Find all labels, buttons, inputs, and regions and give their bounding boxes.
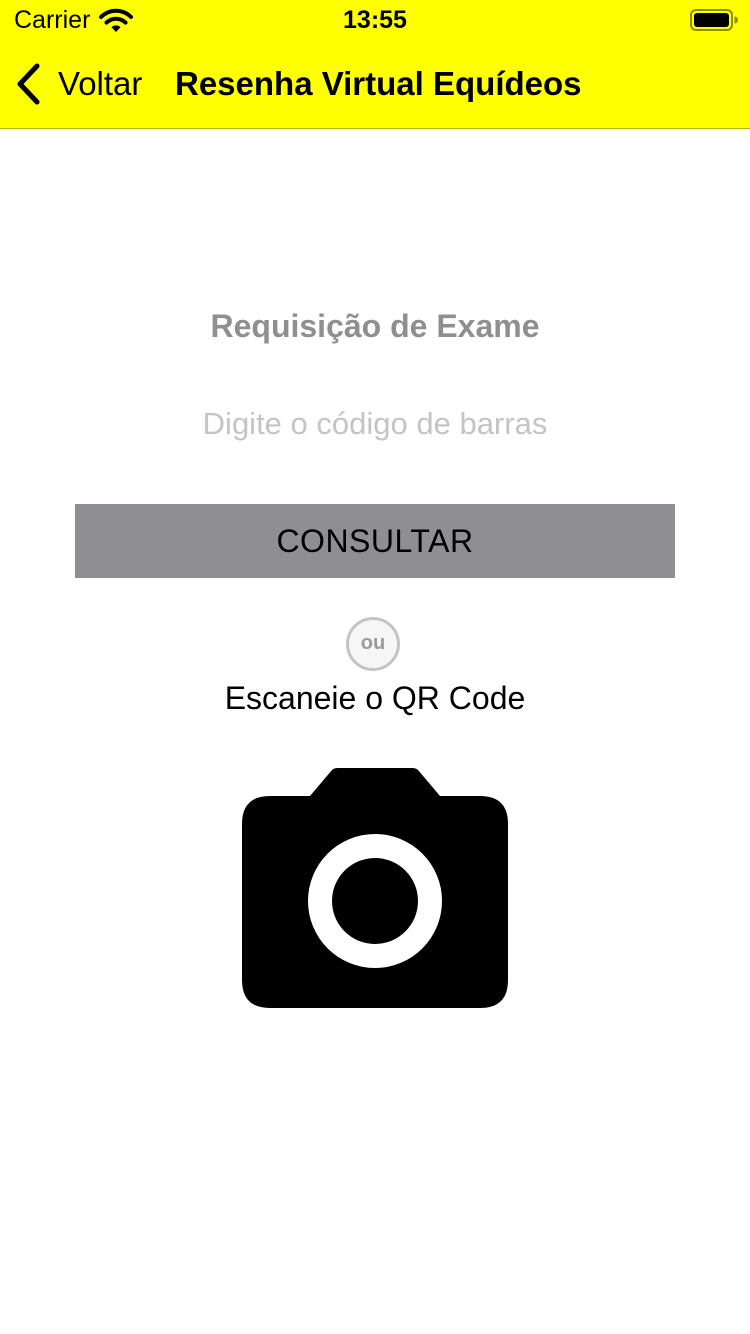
status-bar: Carrier 13:55	[0, 0, 750, 40]
consult-button[interactable]: CONSULTAR	[75, 504, 675, 578]
app-header: Carrier 13:55 Voltar Resenha Virtual Equ…	[0, 0, 750, 129]
status-time: 13:55	[343, 6, 407, 34]
scan-qr-label: Escaneie o QR Code	[224, 680, 526, 716]
navigation-bar: Voltar Resenha Virtual Equídeos	[0, 40, 750, 128]
camera-icon	[242, 768, 508, 1008]
battery-icon	[690, 9, 738, 31]
back-label: Voltar	[58, 65, 143, 102]
barcode-input[interactable]	[75, 396, 675, 452]
chevron-left-icon	[17, 63, 40, 105]
section-title: Requisição de Exame	[210, 308, 540, 344]
scan-qr-button[interactable]	[240, 766, 510, 1010]
or-divider-badge: ou	[346, 617, 400, 671]
or-label: ou	[360, 631, 386, 654]
page-title: Resenha Virtual Equídeos	[175, 65, 582, 102]
back-button[interactable]: Voltar	[14, 60, 142, 108]
